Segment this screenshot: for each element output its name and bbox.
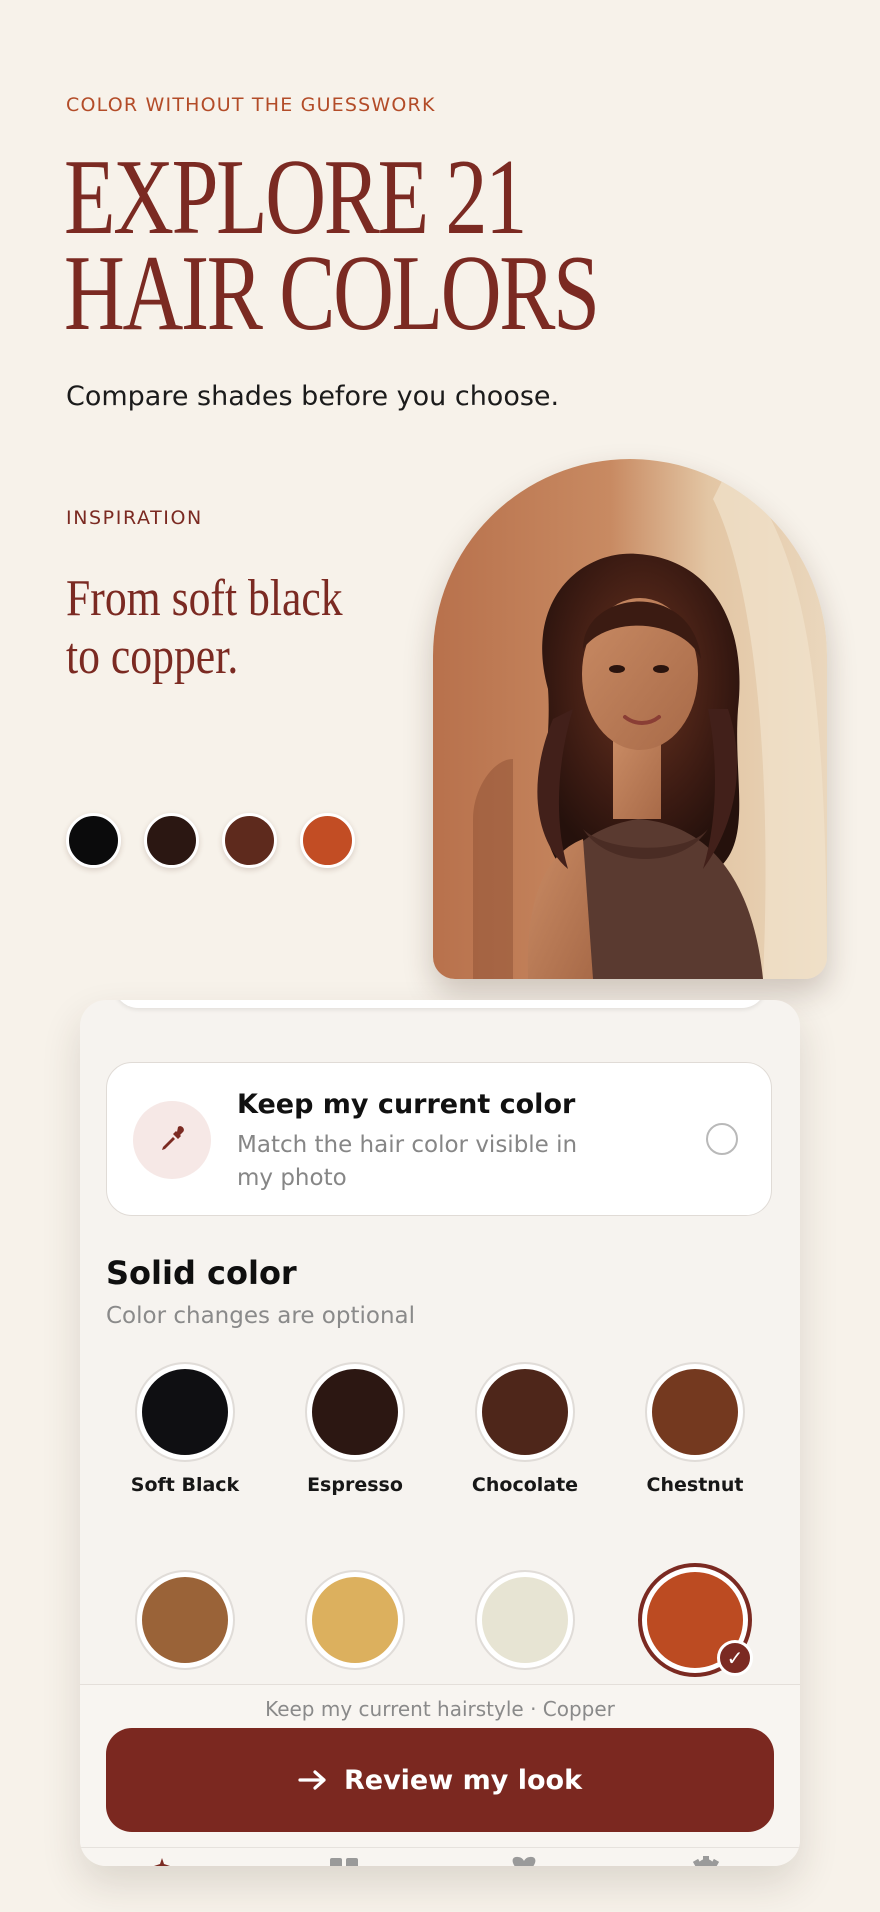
sparkle-icon[interactable] [144,1854,184,1866]
gear-icon[interactable] [686,1854,726,1866]
heart-icon[interactable] [504,1854,544,1866]
solid-color-subtitle: Color changes are optional [106,1303,416,1329]
hero-title-line-2: HAIR COLORS [64,234,600,353]
swatch-color-circle [475,1570,575,1670]
hero-title-line-1: EXPLORE 21 [64,138,527,257]
keep-current-color-description: Match the hair color visible in my photo [237,1132,578,1191]
swatch-soft-black[interactable]: Soft Black [100,1362,270,1496]
portrait-illustration [433,459,827,979]
inspiration-dot [222,813,277,868]
swatch-chocolate[interactable]: Chocolate [440,1362,610,1496]
keep-current-color-radio[interactable] [706,1123,738,1155]
solid-color-heading: Solid color [106,1254,297,1292]
inspiration-dot [300,813,355,868]
inspiration-dot [66,813,121,868]
swatch-row: Soft Black Espresso Chocolate Chestnut [100,1362,780,1496]
keep-current-color-title: Keep my current color [237,1089,576,1120]
swatch-color-circle [135,1570,235,1670]
swatch-color-circle: ✓ [638,1563,753,1677]
swatch-label: Chocolate [471,1474,579,1496]
hero-subtitle: Compare shades before you choose. [66,381,560,412]
swatch-color-circle [475,1362,575,1462]
arrow-right-icon [298,1769,328,1791]
inspiration-label: INSPIRATION [66,507,203,529]
swatch-copper[interactable]: ✓ [610,1563,780,1677]
swatch-platinum[interactable] [440,1570,610,1673]
inspiration-dot [144,813,199,868]
swatch-golden-blonde[interactable] [270,1570,440,1673]
inspiration-color-dots [66,813,355,868]
tab-bar [80,1847,800,1866]
swatch-color-circle [645,1362,745,1462]
swatch-color-circle [305,1570,405,1670]
hero-eyebrow: COLOR WITHOUT THE GUESSWORK [66,94,436,116]
keep-current-color-option[interactable]: Keep my current color Match the hair col… [106,1062,772,1216]
review-my-look-label: Review my look [343,1764,583,1796]
checkmark-icon: ✓ [717,1640,753,1676]
inspiration-text: From soft black to copper. [66,570,368,686]
swatch-label: Chestnut [646,1474,744,1496]
swatch-color-circle [135,1362,235,1462]
inspiration-text-line-2: to copper. [66,628,239,685]
swatch-label: Soft Black [130,1474,240,1496]
sheet-footer: Keep my current hairstyle · Copper Revie… [80,1684,800,1866]
color-picker-sheet: Keep my current color Match the hair col… [80,1000,800,1866]
review-my-look-button[interactable]: Review my look [106,1728,774,1832]
selection-summary: Keep my current hairstyle · Copper [265,1697,615,1721]
swatch-chestnut[interactable]: Chestnut [610,1362,780,1496]
swatch-color-circle [305,1362,405,1462]
grid-icon[interactable] [324,1854,364,1866]
swatch-row: ✓ [100,1563,780,1677]
swatch-label: Espresso [307,1474,403,1496]
hero-title: EXPLORE 21 HAIR COLORS [64,138,600,353]
swatch-caramel[interactable] [100,1570,270,1673]
model-portrait-photo [433,459,827,979]
swatch-espresso[interactable]: Espresso [270,1362,440,1496]
inspiration-text-line-1: From soft black [66,570,343,627]
eyedropper-icon [133,1101,211,1179]
stacked-sheet-edge [114,1000,766,1008]
